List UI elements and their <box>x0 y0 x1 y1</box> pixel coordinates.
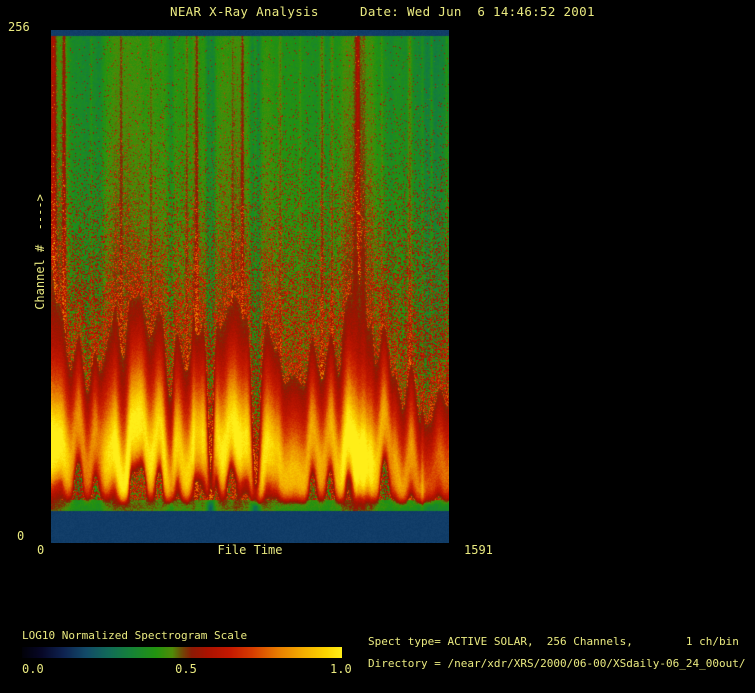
colorbar-gradient <box>22 647 342 658</box>
x-axis-title: File Time <box>217 543 283 557</box>
directory-info: Directory = /near/xdr/XRS/2000/06-00/XSd… <box>368 657 746 670</box>
colorbar-tick-mid: 0.5 <box>175 662 197 676</box>
near-xray-analysis-window: NEAR X-Ray Analysis Date: Wed Jun 6 14:4… <box>0 0 755 693</box>
x-axis-min-label: 0 <box>37 543 45 557</box>
colorbar-tick-max: 1.0 <box>330 662 352 676</box>
y-axis-title: Channel # ----> <box>33 194 47 310</box>
spect-type-info: Spect type= ACTIVE SOLAR, 256 Channels, … <box>368 635 739 648</box>
colorbar-title: LOG10 Normalized Spectrogram Scale <box>22 629 248 642</box>
header-date: Date: Wed Jun 6 14:46:52 2001 <box>360 4 595 19</box>
app-title: NEAR X-Ray Analysis <box>170 4 319 19</box>
y-axis-max-label: 256 <box>8 20 30 34</box>
x-axis-max-label: 1591 <box>464 543 493 557</box>
colorbar-tick-min: 0.0 <box>22 662 44 676</box>
spectrogram-plot[interactable] <box>51 30 449 543</box>
y-axis-min-label: 0 <box>17 529 25 543</box>
